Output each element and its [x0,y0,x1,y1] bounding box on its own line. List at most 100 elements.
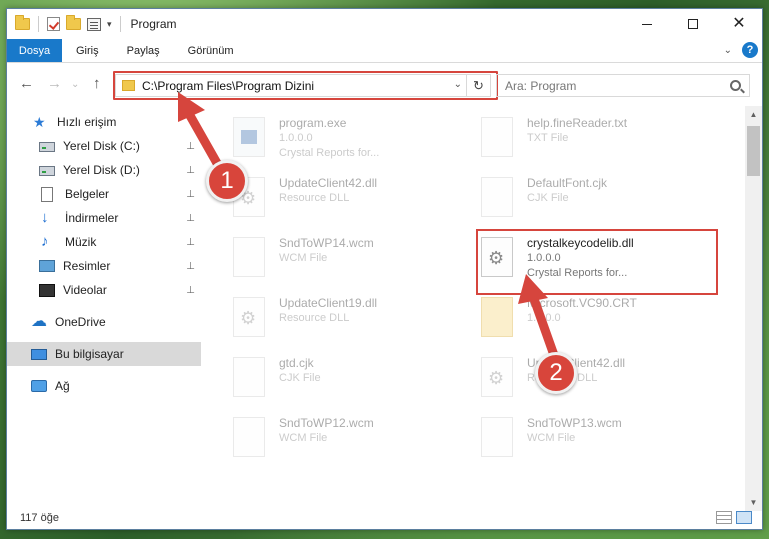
file-type: Resource DLL [279,312,350,324]
pin-icon[interactable]: ⊥ [186,165,195,176]
computer-icon [31,348,47,360]
tiles-view-icon[interactable] [736,511,752,524]
search-placeholder: Ara: Program [505,78,577,93]
network-icon [31,380,47,392]
maximize-button[interactable] [670,9,716,39]
sidebar-item-music[interactable]: ♪ Müzik ⊥ [7,230,201,254]
file-version: 1.0.0.0 [527,312,561,324]
sidebar-item-local-disk-c[interactable]: Yerel Disk (C:) ⊥ [7,134,201,158]
minimize-icon [642,23,652,25]
maximize-icon [688,19,698,29]
sidebar-item-label: Müzik [65,235,97,249]
sidebar-item-label: Yerel Disk (D:) [63,163,140,177]
search-icon[interactable] [730,80,741,91]
file-item-program-exe[interactable]: program.exe 1.0.0.0 Crystal Reports for.… [203,112,433,166]
application-icon [233,117,265,157]
window-controls: ✕ [624,9,762,39]
forward-arrow-icon[interactable]: → [47,75,62,92]
sidebar-item-label: Belgeler [65,187,110,201]
up-arrow-icon[interactable]: ↑ [93,75,101,92]
file-type: CJK File [279,372,321,384]
pictures-icon [39,260,55,272]
file-item-defaultfont-cjk[interactable]: DefaultFont.cjk CJK File [451,172,681,226]
file-item-sndtowp12-wcm[interactable]: SndToWP12.wcm WCM File [203,412,433,466]
tab-share[interactable]: Paylaş [113,39,174,62]
close-button[interactable]: ✕ [716,9,762,39]
sidebar-item-local-disk-d[interactable]: Yerel Disk (D:) ⊥ [7,158,201,182]
step-2-badge: 2 [535,352,577,394]
file-name: UpdateClient42.dll [279,176,378,190]
sidebar-item-this-pc[interactable]: Bu bilgisayar [7,342,201,366]
file-item-microsoft-vc90-crt[interactable]: Microsoft.VC90.CRT 1.0.0.0 [451,292,681,346]
file-name: help.fineReader.txt [527,116,628,130]
help-icon[interactable]: ? [742,42,758,58]
properties-check-icon[interactable] [47,17,60,31]
star-icon: ★ [33,114,46,130]
sidebar-item-documents[interactable]: Belgeler ⊥ [7,182,201,206]
sidebar-item-pictures[interactable]: Resimler ⊥ [7,254,201,278]
minimize-button[interactable] [624,9,670,39]
folder-icon [15,15,30,30]
quick-access-toolbar: ▾ [7,15,123,32]
file-item-sndtowp13-wcm[interactable]: SndToWP13.wcm WCM File [451,412,681,466]
generic-file-icon [481,177,513,217]
vertical-scrollbar[interactable]: ▲ ▼ [745,106,762,511]
disk-icon [39,166,55,176]
file-name: Microsoft.VC90.CRT [527,296,637,310]
sidebar-item-label: Hızlı erişim [57,115,117,129]
sidebar-item-downloads[interactable]: ↓ İndirmeler ⊥ [7,206,201,230]
new-folder-icon[interactable] [66,15,81,30]
pin-icon[interactable]: ⊥ [186,213,195,224]
tab-file[interactable]: Dosya [7,39,62,62]
file-item-help-txt[interactable]: help.fineReader.txt TXT File [451,112,681,166]
file-item-updateclient19-dll[interactable]: UpdateClient19.dll Resource DLL [203,292,433,346]
sidebar-item-onedrive[interactable]: ☁ OneDrive [7,310,201,334]
title-bar: ▾ Program ✕ [7,9,762,39]
file-item-sndtowp14-wcm[interactable]: SndToWP14.wcm WCM File [203,232,433,286]
search-box[interactable]: Ara: Program [496,74,750,97]
file-item-gtd-cjk[interactable]: gtd.cjk CJK File [203,352,433,406]
generic-file-icon [233,357,265,397]
status-bar: 117 öğe [7,507,762,529]
generic-file-icon [233,237,265,277]
back-arrow-icon[interactable]: ← [19,75,34,92]
pin-icon[interactable]: ⊥ [186,189,195,200]
document-icon [41,186,53,202]
file-name: SndToWP14.wcm [279,236,374,250]
music-icon: ♪ [41,233,49,250]
toolbar-divider [119,16,121,32]
download-icon: ↓ [41,209,49,226]
pin-icon[interactable]: ⊥ [186,285,195,296]
pin-icon[interactable]: ⊥ [186,237,195,248]
file-type: WCM File [527,432,576,444]
sidebar-item-videos[interactable]: Videolar ⊥ [7,278,201,302]
pin-icon[interactable]: ⊥ [186,261,195,272]
sidebar-item-network[interactable]: Ağ [7,374,201,398]
generic-file-icon [481,417,513,457]
scroll-up-arrow-icon[interactable]: ▲ [745,106,762,123]
sidebar-item-label: OneDrive [55,315,106,329]
text-file-icon [481,117,513,157]
file-name: gtd.cjk [279,356,314,370]
chevron-down-icon[interactable]: ▾ [107,19,112,30]
step-1-badge: 1 [206,160,248,202]
tab-view[interactable]: Görünüm [174,39,248,62]
disk-icon [39,142,55,152]
video-icon [39,283,55,297]
file-type: WCM File [279,252,328,264]
recent-locations-chevron-icon[interactable]: ⌄ [71,79,79,90]
file-list: program.exe 1.0.0.0 Crystal Reports for.… [203,106,738,506]
sidebar-item-quick-access[interactable]: ★ Hızlı erişim [7,110,201,134]
customize-icon[interactable] [87,17,101,31]
sidebar-item-label: Yerel Disk (C:) [63,139,140,153]
sidebar-item-label: İndirmeler [65,211,119,225]
dll-file-icon [481,357,513,397]
file-type: CJK File [527,192,569,204]
tab-home[interactable]: Giriş [62,39,113,62]
details-view-icon[interactable] [716,511,732,524]
pin-icon[interactable]: ⊥ [186,141,195,152]
folder-icon [481,297,513,337]
scroll-thumb[interactable] [747,126,760,176]
address-highlight-box [113,71,498,100]
expand-ribbon-chevron-icon[interactable]: ⌄ [724,45,732,56]
